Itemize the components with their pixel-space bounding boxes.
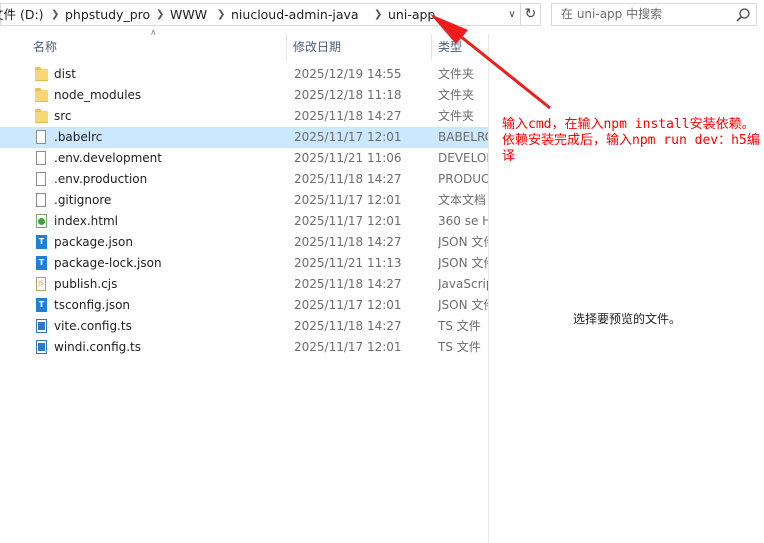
file-date: 2025/11/17 12:01 xyxy=(294,193,402,207)
file-type: JavaScript xyxy=(438,277,488,291)
html-icon xyxy=(34,214,50,229)
file-row[interactable]: dist 2025/12/19 14:55 文件夹 xyxy=(0,64,488,85)
file-row[interactable]: src 2025/11/18 14:27 文件夹 xyxy=(0,106,488,127)
breadcrumb-item-niucloud[interactable]: niucloud-admin-java xyxy=(231,4,359,25)
file-date: 2025/11/21 11:13 xyxy=(294,256,402,270)
json-icon: T xyxy=(34,256,50,271)
file-row[interactable]: node_modules 2025/12/18 11:18 文件夹 xyxy=(0,85,488,106)
file-type: TS 文件 xyxy=(438,319,481,333)
file-row[interactable]: windi.config.ts 2025/11/17 12:01 TS 文件 xyxy=(0,337,488,358)
ts-icon xyxy=(34,319,50,334)
file-row[interactable]: index.html 2025/11/17 12:01 360 se HTML xyxy=(0,211,488,232)
file-type: 文件夹 xyxy=(438,67,475,81)
file-date: 2025/11/17 12:01 xyxy=(294,130,402,144)
file-name: package-lock.json xyxy=(54,256,162,270)
file-icon xyxy=(34,193,50,208)
file-date: 2025/11/17 12:01 xyxy=(294,340,402,354)
file-type: JSON 文件 xyxy=(438,298,488,312)
file-name: vite.config.ts xyxy=(54,319,132,333)
file-name: index.html xyxy=(54,214,118,228)
file-name: node_modules xyxy=(54,88,142,102)
js-icon: JS xyxy=(34,277,50,292)
preview-pane-divider[interactable] xyxy=(488,34,489,543)
annotation-text: 输入cmd，在输入npm install安装依赖。依赖安装完成后，输入npm r… xyxy=(502,117,760,164)
file-icon xyxy=(34,172,50,187)
file-date: 2025/11/18 14:27 xyxy=(294,319,402,333)
search-icon[interactable] xyxy=(735,7,751,23)
column-header-type[interactable]: 类型 xyxy=(438,34,488,60)
chevron-right-icon[interactable]: ❯ xyxy=(217,4,225,25)
chevron-down-icon[interactable]: ∨ xyxy=(505,4,519,25)
column-header-date[interactable]: 修改日期 xyxy=(293,34,428,60)
address-bar[interactable]: 文件 (D:) ❯ phpstudy_pro ❯ WWW ❯ niucloud-… xyxy=(0,3,522,26)
file-type: PRODUCTION 文件 xyxy=(438,172,488,186)
column-divider[interactable] xyxy=(431,34,432,60)
file-name: tsconfig.json xyxy=(54,298,131,312)
search-placeholder: 在 uni-app 中搜索 xyxy=(561,7,663,21)
ts-icon xyxy=(34,340,50,355)
file-name: publish.cjs xyxy=(54,277,118,291)
folder-icon xyxy=(34,67,50,82)
refresh-icon: ↻ xyxy=(524,6,537,22)
file-name: .gitignore xyxy=(54,193,112,207)
file-row[interactable]: .babelrc 2025/11/17 12:01 BABELRC 文件 xyxy=(0,127,488,148)
file-row[interactable]: .env.production 2025/11/18 14:27 PRODUCTIO… xyxy=(0,169,488,190)
breadcrumb-item-www[interactable]: WWW xyxy=(170,4,207,25)
breadcrumb-item-drive[interactable]: 文件 (D:) xyxy=(0,4,44,25)
preview-placeholder: 选择要预览的文件。 xyxy=(573,312,682,326)
file-type: TS 文件 xyxy=(438,340,481,354)
file-row[interactable]: vite.config.ts 2025/11/18 14:27 TS 文件 xyxy=(0,316,488,337)
file-name: src xyxy=(54,109,72,123)
file-type: DEVELOPMENT 文件 xyxy=(438,151,488,165)
file-row[interactable]: Tpackage.json 2025/11/18 14:27 JSON 文件 xyxy=(0,232,488,253)
breadcrumb-item-uniapp[interactable]: uni-app xyxy=(388,4,435,25)
file-row[interactable]: Ttsconfig.json 2025/11/17 12:01 JSON 文件 xyxy=(0,295,488,316)
file-date: 2025/11/18 14:27 xyxy=(294,235,402,249)
file-type: JSON 文件 xyxy=(438,256,488,270)
file-type: 文件夹 xyxy=(438,109,475,123)
file-name: .env.production xyxy=(54,172,148,186)
file-name: package.json xyxy=(54,235,134,249)
file-icon xyxy=(34,130,50,145)
file-date: 2025/11/21 11:06 xyxy=(294,151,402,165)
file-date: 2025/11/18 14:27 xyxy=(294,172,402,186)
file-row[interactable]: Tpackage-lock.json 2025/11/21 11:13 JSON 文… xyxy=(0,253,488,274)
chevron-right-icon[interactable]: ❯ xyxy=(156,4,164,25)
file-type: 文本文档 xyxy=(438,193,487,207)
column-divider[interactable] xyxy=(286,34,287,60)
folder-icon xyxy=(34,88,50,103)
file-list: dist 2025/12/19 14:55 文件夹 node_modules 2025/… xyxy=(0,64,488,358)
file-name: .babelrc xyxy=(54,130,103,144)
file-name: dist xyxy=(54,67,76,81)
file-row[interactable]: JS publish.cjs 2025/11/18 14:27 JavaScript xyxy=(0,274,488,295)
column-header-name[interactable]: 名称 xyxy=(33,34,283,60)
file-date: 2025/11/17 12:01 xyxy=(294,214,402,228)
file-name: .env.development xyxy=(54,151,162,165)
json-icon: T xyxy=(34,235,50,250)
file-date: 2025/11/18 14:27 xyxy=(294,277,402,291)
file-row[interactable]: .gitignore 2025/11/17 12:01 文本文档 xyxy=(0,190,488,211)
file-name: windi.config.ts xyxy=(54,340,142,354)
json-icon: T xyxy=(34,298,50,313)
chevron-right-icon[interactable]: ❯ xyxy=(374,4,382,25)
file-type: BABELRC 文件 xyxy=(438,130,488,144)
search-input[interactable]: 在 uni-app 中搜索 xyxy=(551,3,757,26)
refresh-button[interactable]: ↻ xyxy=(520,3,541,26)
breadcrumb-item-phpstudy[interactable]: phpstudy_pro xyxy=(65,4,150,25)
chevron-right-icon[interactable]: ❯ xyxy=(51,4,59,25)
file-date: 2025/11/17 12:01 xyxy=(294,298,402,312)
file-date: 2025/12/19 14:55 xyxy=(294,67,402,81)
file-icon xyxy=(34,151,50,166)
file-type: 360 se HTML xyxy=(438,214,488,228)
folder-icon xyxy=(34,109,50,124)
file-date: 2025/12/18 11:18 xyxy=(294,88,402,102)
file-row[interactable]: .env.development 2025/11/21 11:06 DEVELOPM… xyxy=(0,148,488,169)
file-type: JSON 文件 xyxy=(438,235,488,249)
file-date: 2025/11/18 14:27 xyxy=(294,109,402,123)
file-type: 文件夹 xyxy=(438,88,475,102)
